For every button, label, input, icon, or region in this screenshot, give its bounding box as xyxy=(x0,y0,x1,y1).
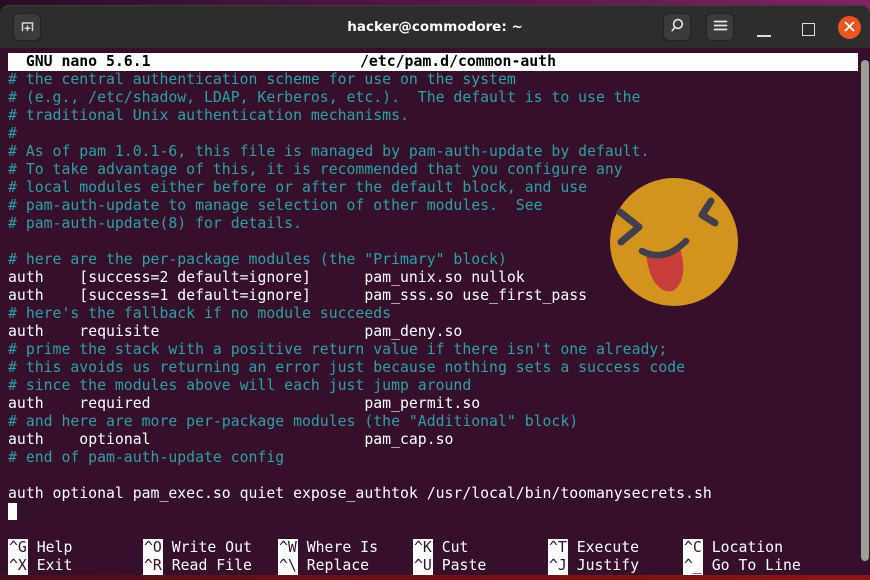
maximize-button[interactable] xyxy=(802,23,815,36)
nano-version: GNU nano 5.6.1 xyxy=(8,53,151,71)
shortcut-item: ^\ Replace xyxy=(278,557,413,575)
shortcut-item: ^K Cut xyxy=(413,539,548,557)
buffer-line xyxy=(8,467,712,485)
shortcut-label: Where Is xyxy=(298,539,378,556)
buffer-line: # (e.g., /etc/shadow, LDAP, Kerberos, et… xyxy=(8,89,712,107)
shortcut-key: ^G xyxy=(8,539,28,557)
terminal-screen[interactable]: GNU nano 5.6.1 /etc/pam.d/common-auth # … xyxy=(0,48,870,575)
buffer-line: auth required pam_permit.so xyxy=(8,395,712,413)
shortcut-item: ^X Exit xyxy=(8,557,143,575)
buffer-line: auth optional pam_cap.so xyxy=(8,431,712,449)
window-titlebar[interactable]: hacker@commodore: ~ xyxy=(0,5,870,48)
buffer-line: # end of pam-auth-update config xyxy=(8,449,712,467)
shortcut-key: ^\ xyxy=(278,557,298,575)
shortcut-item: ^C Location xyxy=(683,539,818,557)
shortcut-label: Location xyxy=(703,539,783,556)
buffer-line: # since the modules above will each just… xyxy=(8,377,712,395)
window-title: hacker@commodore: ~ xyxy=(0,5,870,48)
shortcut-item: ^T Execute xyxy=(548,539,683,557)
shortcut-key: ^C xyxy=(683,539,703,557)
search-icon xyxy=(669,17,686,38)
shortcut-label: Paste xyxy=(433,557,486,574)
menu-button[interactable] xyxy=(706,13,734,41)
text-cursor xyxy=(8,503,17,520)
shortcut-item: ^U Paste xyxy=(413,557,548,575)
shortcut-item: ^O Write Out xyxy=(143,539,278,557)
nano-filename: /etc/pam.d/common-auth xyxy=(360,53,556,71)
shortcut-item: ^_ Go To Line xyxy=(683,557,818,575)
search-button[interactable] xyxy=(663,13,691,41)
shortcut-item: ^W Where Is xyxy=(278,539,413,557)
close-icon xyxy=(843,18,856,37)
shortcut-label: Replace xyxy=(298,557,369,574)
nano-shortcut-bar: ^G Help^X Exit^O Write Out^R Read File^W… xyxy=(8,539,818,575)
buffer-line: auth requisite pam_deny.so xyxy=(8,323,712,341)
shortcut-key: ^R xyxy=(143,557,163,575)
buffer-line: # traditional Unix authentication mechan… xyxy=(8,107,712,125)
shortcut-label: Help xyxy=(28,539,73,556)
shortcut-key: ^K xyxy=(413,539,433,557)
buffer-line: # and here are more per-package modules … xyxy=(8,413,712,431)
shortcut-key: ^J xyxy=(548,557,568,575)
shortcut-key: ^O xyxy=(143,539,163,557)
shortcut-key: ^X xyxy=(8,557,28,575)
nano-titlebar: GNU nano 5.6.1 /etc/pam.d/common-auth xyxy=(8,53,858,71)
shortcut-label: Write Out xyxy=(163,539,252,556)
terminal-scrollbar[interactable] xyxy=(861,60,869,561)
shortcut-key: ^W xyxy=(278,539,298,557)
desktop-background-strip xyxy=(0,575,870,580)
buffer-line: # the central authentication scheme for … xyxy=(8,71,712,89)
shortcut-key: ^_ xyxy=(683,557,703,575)
shortcut-label: Execute xyxy=(568,539,639,556)
shortcut-label: Read File xyxy=(163,557,252,574)
shortcut-label: Go To Line xyxy=(703,557,801,574)
shortcut-item: ^J Justify xyxy=(548,557,683,575)
buffer-line: # As of pam 1.0.1-6, this file is manage… xyxy=(8,143,712,161)
buffer-line: # xyxy=(8,125,712,143)
shortcut-key: ^T xyxy=(548,539,568,557)
shortcut-item: ^G Help xyxy=(8,539,143,557)
shortcut-item: ^R Read File xyxy=(143,557,278,575)
shortcut-label: Exit xyxy=(28,557,73,574)
shortcut-label: Cut xyxy=(433,539,469,556)
buffer-line: # prime the stack with a positive return… xyxy=(8,341,712,359)
shortcut-label: Justify xyxy=(568,557,639,574)
close-button[interactable] xyxy=(838,16,861,39)
shortcut-key: ^U xyxy=(413,557,433,575)
buffer-line: auth optional pam_exec.so quiet expose_a… xyxy=(8,485,712,503)
minimize-button[interactable] xyxy=(757,35,771,37)
tongue-out-emoji-sticker xyxy=(606,175,742,311)
hamburger-icon xyxy=(712,17,729,38)
buffer-line: # this avoids us returning an error just… xyxy=(8,359,712,377)
